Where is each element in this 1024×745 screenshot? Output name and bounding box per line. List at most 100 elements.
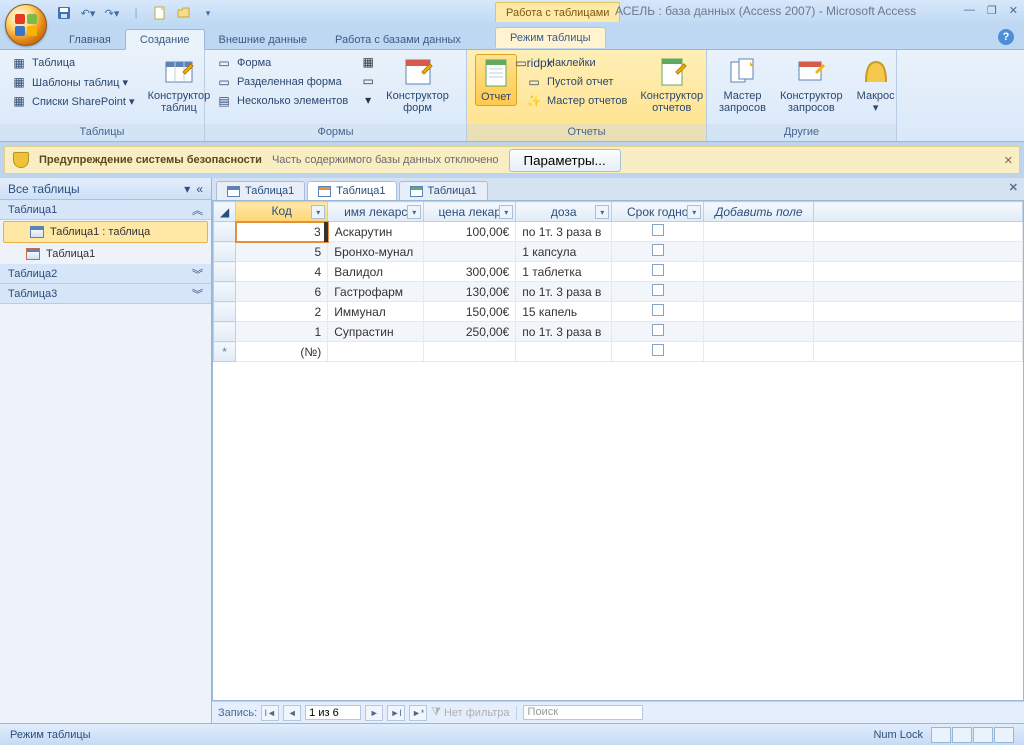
cmd-form-design[interactable]: Конструктор форм [382, 54, 453, 116]
pivot-icon[interactable]: ▦ [360, 54, 376, 70]
view-datasheet-button[interactable] [931, 727, 951, 743]
view-pivot-button[interactable] [952, 727, 972, 743]
doc-tab-1[interactable]: Таблица1 [307, 181, 396, 200]
row-selector[interactable] [214, 302, 236, 322]
tab-datasheet[interactable]: Режим таблицы [495, 27, 606, 48]
cell-name[interactable]: Супрастин [328, 322, 424, 342]
cmd-report-wizard[interactable]: ✨Мастер отчетов [523, 92, 630, 110]
doc-close-button[interactable]: ✕ [1009, 181, 1018, 194]
cell-dose[interactable]: по 1т. 3 раза в [516, 282, 612, 302]
cmd-macro[interactable]: Макрос ▾ [853, 54, 899, 116]
cell-id[interactable]: 4 [236, 262, 328, 282]
cell-blank[interactable] [704, 222, 814, 242]
prev-record-button[interactable]: ◄ [283, 705, 301, 721]
doc-tab-2[interactable]: Таблица1 [399, 181, 488, 200]
nav-group-table2[interactable]: Таблица2︾ [0, 264, 211, 284]
qat-more-icon[interactable]: ▾ [199, 4, 217, 22]
cell-blank[interactable] [704, 282, 814, 302]
cell-price[interactable]: 150,00€ [424, 302, 516, 322]
open-icon[interactable] [175, 4, 193, 22]
cell-id[interactable]: 5 [236, 242, 328, 262]
checkbox-icon[interactable] [652, 284, 664, 296]
nav-item-table1-table[interactable]: Таблица1 : таблица [3, 221, 208, 243]
cell-blank[interactable] [704, 242, 814, 262]
cmd-report-design[interactable]: Конструктор отчетов [636, 54, 707, 116]
doc-tab-0[interactable]: Таблица1 [216, 181, 305, 200]
new-icon[interactable] [151, 4, 169, 22]
cmd-labels[interactable]: ▭ridpxНаклейки [523, 54, 630, 72]
tab-create[interactable]: Создание [125, 29, 205, 50]
next-record-button[interactable]: ► [365, 705, 383, 721]
restore-button[interactable]: ❐ [987, 4, 997, 17]
col-add-field[interactable]: Добавить поле [704, 202, 814, 222]
cmd-table-templates[interactable]: ▦Шаблоны таблиц ▾ [8, 73, 138, 91]
cmd-report[interactable]: Отчет [475, 54, 517, 106]
nav-item-table1-form[interactable]: Таблица1 [0, 244, 211, 264]
help-button[interactable]: ? [998, 29, 1014, 45]
tab-external-data[interactable]: Внешние данные [205, 30, 321, 49]
cell-name[interactable]: Валидол [328, 262, 424, 282]
undo-icon[interactable]: ↶▾ [79, 4, 97, 22]
search-input[interactable]: Поиск [523, 705, 643, 720]
row-selector[interactable] [214, 262, 236, 282]
cmd-split-form[interactable]: ▭Разделенная форма [213, 73, 351, 91]
checkbox-icon[interactable] [652, 324, 664, 336]
redo-icon[interactable]: ↷▾ [103, 4, 121, 22]
last-record-button[interactable]: ►I [387, 705, 405, 721]
cell-expiry[interactable] [612, 222, 704, 242]
checkbox-icon[interactable] [652, 224, 664, 236]
cell-name[interactable]: Гастрофарм [328, 282, 424, 302]
cell-expiry[interactable] [612, 282, 704, 302]
nav-dropdown-icon[interactable]: ▾ [184, 182, 190, 196]
checkbox-icon[interactable] [652, 344, 664, 356]
filter-dropdown-icon[interactable]: ▾ [595, 205, 609, 219]
cell-id[interactable]: 2 [236, 302, 328, 322]
security-close-button[interactable]: ✕ [1004, 154, 1013, 167]
cmd-sharepoint-lists[interactable]: ▦Списки SharePoint ▾ [8, 92, 138, 110]
cell-name[interactable]: Иммунал [328, 302, 424, 322]
cell-price[interactable]: 130,00€ [424, 282, 516, 302]
col-expiry[interactable]: Срок годно▾ [612, 202, 704, 222]
cmd-form[interactable]: ▭Форма [213, 54, 351, 72]
first-record-button[interactable]: I◄ [261, 705, 279, 721]
cell-id[interactable]: 1 [236, 322, 328, 342]
cell-name[interactable]: Бронхо-мунал [328, 242, 424, 262]
cmd-multi-items[interactable]: ▤Несколько элементов [213, 92, 351, 110]
nav-group-table1[interactable]: Таблица1︽ [0, 200, 211, 220]
checkbox-icon[interactable] [652, 244, 664, 256]
cell-dose[interactable]: по 1т. 3 раза в [516, 222, 612, 242]
security-options-button[interactable]: Параметры... [509, 149, 621, 172]
cell-id[interactable]: 3 [236, 222, 328, 242]
cell-expiry[interactable] [612, 262, 704, 282]
tab-database-tools[interactable]: Работа с базами данных [321, 30, 475, 49]
close-button[interactable]: ✕ [1009, 4, 1018, 17]
cmd-table-design[interactable]: Конструктор таблиц [144, 54, 215, 116]
checkbox-icon[interactable] [652, 264, 664, 276]
col-id[interactable]: Код▾ [236, 202, 328, 222]
col-dose[interactable]: доза▾ [516, 202, 612, 222]
cell-blank[interactable] [704, 302, 814, 322]
new-record-button[interactable]: ►* [409, 705, 427, 721]
view-chart-button[interactable] [973, 727, 993, 743]
view-design-button[interactable] [994, 727, 1014, 743]
nav-header[interactable]: Все таблицы ▾« [0, 178, 211, 200]
row-selector[interactable] [214, 242, 236, 262]
cmd-query-wizard[interactable]: Мастер запросов [715, 54, 770, 116]
cmd-blank-report[interactable]: ▭Пустой отчет [523, 73, 630, 91]
filter-dropdown-icon[interactable]: ▾ [499, 205, 513, 219]
datasheet-grid[interactable]: ◢ Код▾ имя лекарс▾ цена лекар▾ доза▾ Сро… [212, 200, 1024, 701]
col-name[interactable]: имя лекарс▾ [328, 202, 424, 222]
filter-dropdown-icon[interactable]: ▾ [311, 205, 325, 219]
nav-group-table3[interactable]: Таблица3︾ [0, 284, 211, 304]
new-row-selector[interactable]: * [214, 342, 236, 362]
nav-collapse-icon[interactable]: « [196, 182, 203, 196]
cell-dose[interactable]: 15 капель [516, 302, 612, 322]
cell-price[interactable] [424, 242, 516, 262]
minimize-button[interactable]: — [964, 4, 975, 17]
col-price[interactable]: цена лекар▾ [424, 202, 516, 222]
record-position-input[interactable] [305, 705, 361, 720]
row-selector[interactable] [214, 322, 236, 342]
select-all-cell[interactable]: ◢ [214, 202, 236, 222]
cmd-table[interactable]: ▦Таблица [8, 54, 138, 72]
cell-price[interactable]: 250,00€ [424, 322, 516, 342]
